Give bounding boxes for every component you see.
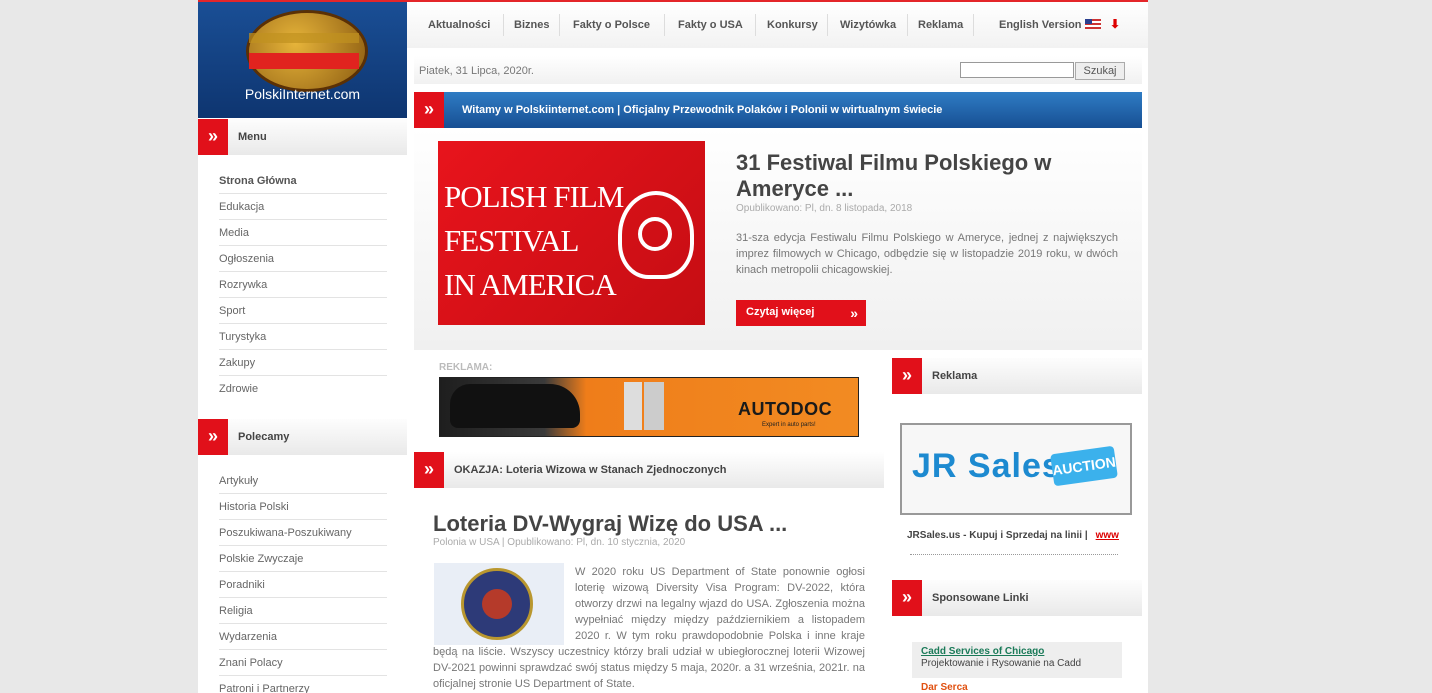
- polecamy-item[interactable]: Religia: [219, 598, 387, 624]
- nav-item-konkursy[interactable]: Konkursy: [767, 19, 818, 31]
- top-navigation: Aktualności Biznes Fakty o Polsce Fakty …: [407, 2, 1148, 48]
- image-text-line: FESTIVAL: [444, 223, 579, 258]
- nav-item-wizytowka[interactable]: Wizytówka: [840, 19, 896, 31]
- featured-meta: Opublikowano: Pl, dn. 8 listopada, 2018: [736, 203, 913, 214]
- double-chevron-icon: »: [198, 419, 228, 455]
- nav-item-english-version[interactable]: English Version: [999, 19, 1082, 31]
- polecamy-header: » Polecamy: [198, 419, 407, 455]
- sponsored-link[interactable]: Cadd Services of Chicago: [921, 646, 1044, 657]
- autodoc-ad-banner[interactable]: AUTODOC Expert in auto parts!: [439, 377, 859, 437]
- welcome-banner: » Witamy w Polskiinternet.com | Oficjaln…: [414, 92, 1142, 128]
- featured-article: POLISH FILM FESTIVAL IN AMERICA 31 Festi…: [414, 128, 1142, 350]
- ad-brand: AUTODOC: [738, 399, 833, 419]
- menu-item[interactable]: Edukacja: [219, 194, 387, 220]
- nav-item-aktualnosci[interactable]: Aktualności: [428, 19, 490, 31]
- nav-item-fakty-o-polsce[interactable]: Fakty o Polsce: [573, 19, 650, 31]
- sponsored-link[interactable]: Dar Serca: [921, 682, 968, 693]
- welcome-text: Witamy w Polskiinternet.com | Oficjalny …: [462, 104, 943, 116]
- sponsored-link-description: Projektowanie i Rysowanie na Cadd: [921, 658, 1082, 669]
- site-logo[interactable]: PolskiInternet.com: [198, 0, 407, 118]
- www-link[interactable]: www: [1096, 530, 1119, 541]
- jr-sales-link-text: JRSales.us - Kupuj i Sprzedaj na linii |: [907, 530, 1088, 541]
- menu-header: » Menu: [198, 119, 407, 155]
- image-text-line: POLISH FILM: [444, 179, 624, 214]
- article-title[interactable]: Loteria DV-Wygraj Wizę do USA ...: [433, 511, 787, 537]
- double-chevron-icon: »: [892, 358, 922, 394]
- reklama-header: » Reklama: [892, 358, 1142, 394]
- globe-logo-icon: [246, 10, 368, 92]
- image-text-line: IN AMERICA: [444, 267, 617, 302]
- menu-item[interactable]: Zakupy: [219, 350, 387, 376]
- reklama-title: Reklama: [932, 370, 978, 382]
- oil-bottle-icon: [624, 382, 642, 430]
- menu-title: Menu: [238, 131, 267, 143]
- nav-item-fakty-o-usa[interactable]: Fakty o USA: [678, 19, 743, 31]
- page: PolskiInternet.com Aktualności Biznes Fa…: [198, 0, 1148, 693]
- jr-sales-link-row: JRSales.us - Kupuj i Sprzedaj na linii |…: [907, 530, 1119, 541]
- oil-bottle-icon: [644, 382, 664, 430]
- festival-eye-logo-icon: [618, 191, 694, 279]
- ad-slogan: Expert in auto parts!: [762, 422, 816, 428]
- read-more-label: Czytaj więcej: [746, 306, 815, 318]
- menu-item[interactable]: Ogłoszenia: [219, 246, 387, 272]
- polecamy-list: Artykuły Historia Polski Poszukiwana-Pos…: [219, 468, 387, 693]
- jr-sales-ad[interactable]: JR Sales AUCTION: [900, 423, 1132, 515]
- okazja-header: » OKAZJA: Loteria Wizowa w Stanach Zjedn…: [414, 452, 884, 488]
- double-chevron-icon: »: [198, 119, 228, 155]
- polecamy-item[interactable]: Poszukiwana-Poszukiwany: [219, 520, 387, 546]
- article-body: W 2020 roku US Department of State ponow…: [433, 564, 865, 692]
- polecamy-item[interactable]: Artykuły: [219, 468, 387, 494]
- double-chevron-icon: »: [892, 580, 922, 616]
- current-date: Piatek, 31 Lipca, 2020r.: [419, 65, 534, 77]
- search-button[interactable]: Szukaj: [1075, 62, 1125, 80]
- polecamy-item[interactable]: Polskie Zwyczaje: [219, 546, 387, 572]
- article-meta: Polonia w USA | Opublikowano: Pl, dn. 10…: [433, 537, 686, 548]
- menu-item[interactable]: Strona Główna: [219, 168, 387, 194]
- divider: [910, 554, 1118, 555]
- polecamy-item[interactable]: Wydarzenia: [219, 624, 387, 650]
- menu-item[interactable]: Media: [219, 220, 387, 246]
- search-input[interactable]: [960, 62, 1074, 78]
- logo-text: PolskiInternet.com: [244, 86, 361, 102]
- polecamy-title: Polecamy: [238, 431, 290, 443]
- menu-item[interactable]: Sport: [219, 298, 387, 324]
- nav-item-reklama[interactable]: Reklama: [918, 19, 963, 31]
- polecamy-item[interactable]: Poradniki: [219, 572, 387, 598]
- menu-list: Strona Główna Edukacja Media Ogłoszenia …: [219, 168, 387, 401]
- car-image-icon: [450, 384, 580, 428]
- sponsored-links-title: Sponsowane Linki: [932, 592, 1029, 604]
- menu-item[interactable]: Rozrywka: [219, 272, 387, 298]
- featured-title[interactable]: 31 Festiwal Filmu Polskiego w Ameryce ..…: [736, 150, 1086, 202]
- film-festival-image[interactable]: POLISH FILM FESTIVAL IN AMERICA: [438, 141, 705, 325]
- menu-item[interactable]: Zdrowie: [219, 376, 387, 401]
- double-chevron-icon: »: [414, 452, 444, 488]
- sponsored-links-header: » Sponsowane Linki: [892, 580, 1142, 616]
- polecamy-item[interactable]: Patroni i Partnerzy: [219, 676, 387, 693]
- date-search-bar: Piatek, 31 Lipca, 2020r. Szukaj: [414, 56, 1142, 84]
- read-more-button[interactable]: Czytaj więcej »: [736, 300, 866, 326]
- menu-item[interactable]: Turystyka: [219, 324, 387, 350]
- ad-label: REKLAMA:: [439, 362, 493, 373]
- sponsored-link-item: Cadd Services of Chicago Projektowanie i…: [912, 642, 1122, 678]
- polecamy-item[interactable]: Historia Polski: [219, 494, 387, 520]
- double-chevron-icon: »: [850, 305, 858, 321]
- double-chevron-icon: »: [414, 92, 444, 128]
- nav-item-biznes[interactable]: Biznes: [514, 19, 549, 31]
- arrow-down-icon: ⬇: [1110, 17, 1121, 31]
- okazja-title: OKAZJA: Loteria Wizowa w Stanach Zjednoc…: [454, 464, 727, 476]
- polecamy-item[interactable]: Znani Polacy: [219, 650, 387, 676]
- us-flag-icon: [1085, 19, 1101, 29]
- jr-sales-logo-text: JR Sales: [912, 447, 1062, 485]
- featured-description: 31-sza edycja Festiwalu Filmu Polskiego …: [736, 232, 1118, 276]
